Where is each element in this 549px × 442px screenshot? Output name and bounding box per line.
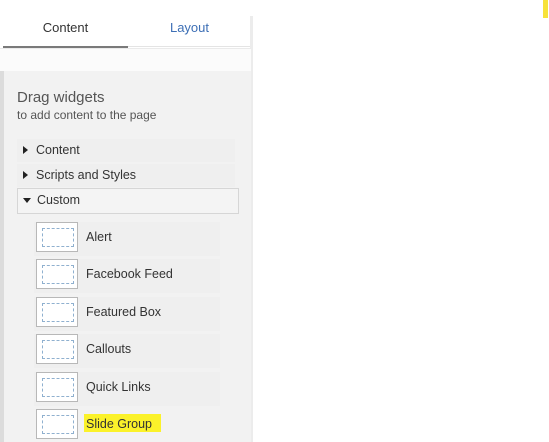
widget-label: Slide Group <box>86 417 153 431</box>
widget-label: Featured Box <box>86 305 162 319</box>
widget-facebook-feed[interactable]: Facebook Feed <box>34 259 220 293</box>
page: Content Layout Drag widgets to add conte… <box>0 0 549 442</box>
widget-alert[interactable]: Alert <box>34 222 220 256</box>
widget-label: Quick Links <box>86 380 151 394</box>
widget-featured-box[interactable]: Featured Box <box>34 297 220 331</box>
category-custom[interactable]: Custom <box>17 188 239 214</box>
widget-label: Facebook Feed <box>86 267 173 281</box>
tab-content-label: Content <box>42 20 89 35</box>
category-label: Scripts and Styles <box>36 168 137 182</box>
panel-spacer <box>0 48 251 72</box>
widget-thumbnail-icon <box>36 297 78 327</box>
widget-thumbnail-icon <box>36 409 78 439</box>
tab-layout[interactable]: Layout <box>128 16 251 47</box>
widget-quick-links[interactable]: Quick Links <box>34 372 220 406</box>
widget-thumbnail-icon <box>36 222 78 252</box>
panel-subtitle: to add content to the page <box>17 108 157 122</box>
widget-label: Callouts <box>86 342 132 356</box>
tab-bar: Content Layout <box>3 16 251 48</box>
tab-layout-label: Layout <box>169 20 210 35</box>
category-label: Content <box>36 143 80 157</box>
widget-slide-group[interactable]: Slide Group <box>34 409 220 442</box>
panel-title: Drag widgets <box>17 89 105 106</box>
caret-right-icon <box>23 146 28 154</box>
tab-content[interactable]: Content <box>3 16 128 48</box>
category-label: Custom <box>37 193 81 207</box>
caret-right-icon <box>23 171 28 179</box>
widget-thumbnail-icon <box>36 259 78 289</box>
widget-thumbnail-icon <box>36 334 78 364</box>
widget-label: Alert <box>86 230 112 244</box>
caret-down-icon <box>23 198 31 203</box>
category-content[interactable]: Content <box>17 139 235 162</box>
highlight-marker <box>543 0 548 18</box>
category-scripts-and-styles[interactable]: Scripts and Styles <box>17 164 235 187</box>
widget-thumbnail-icon <box>36 372 78 402</box>
widget-callouts[interactable]: Callouts <box>34 334 220 368</box>
panel-scrollbar[interactable] <box>0 71 4 442</box>
